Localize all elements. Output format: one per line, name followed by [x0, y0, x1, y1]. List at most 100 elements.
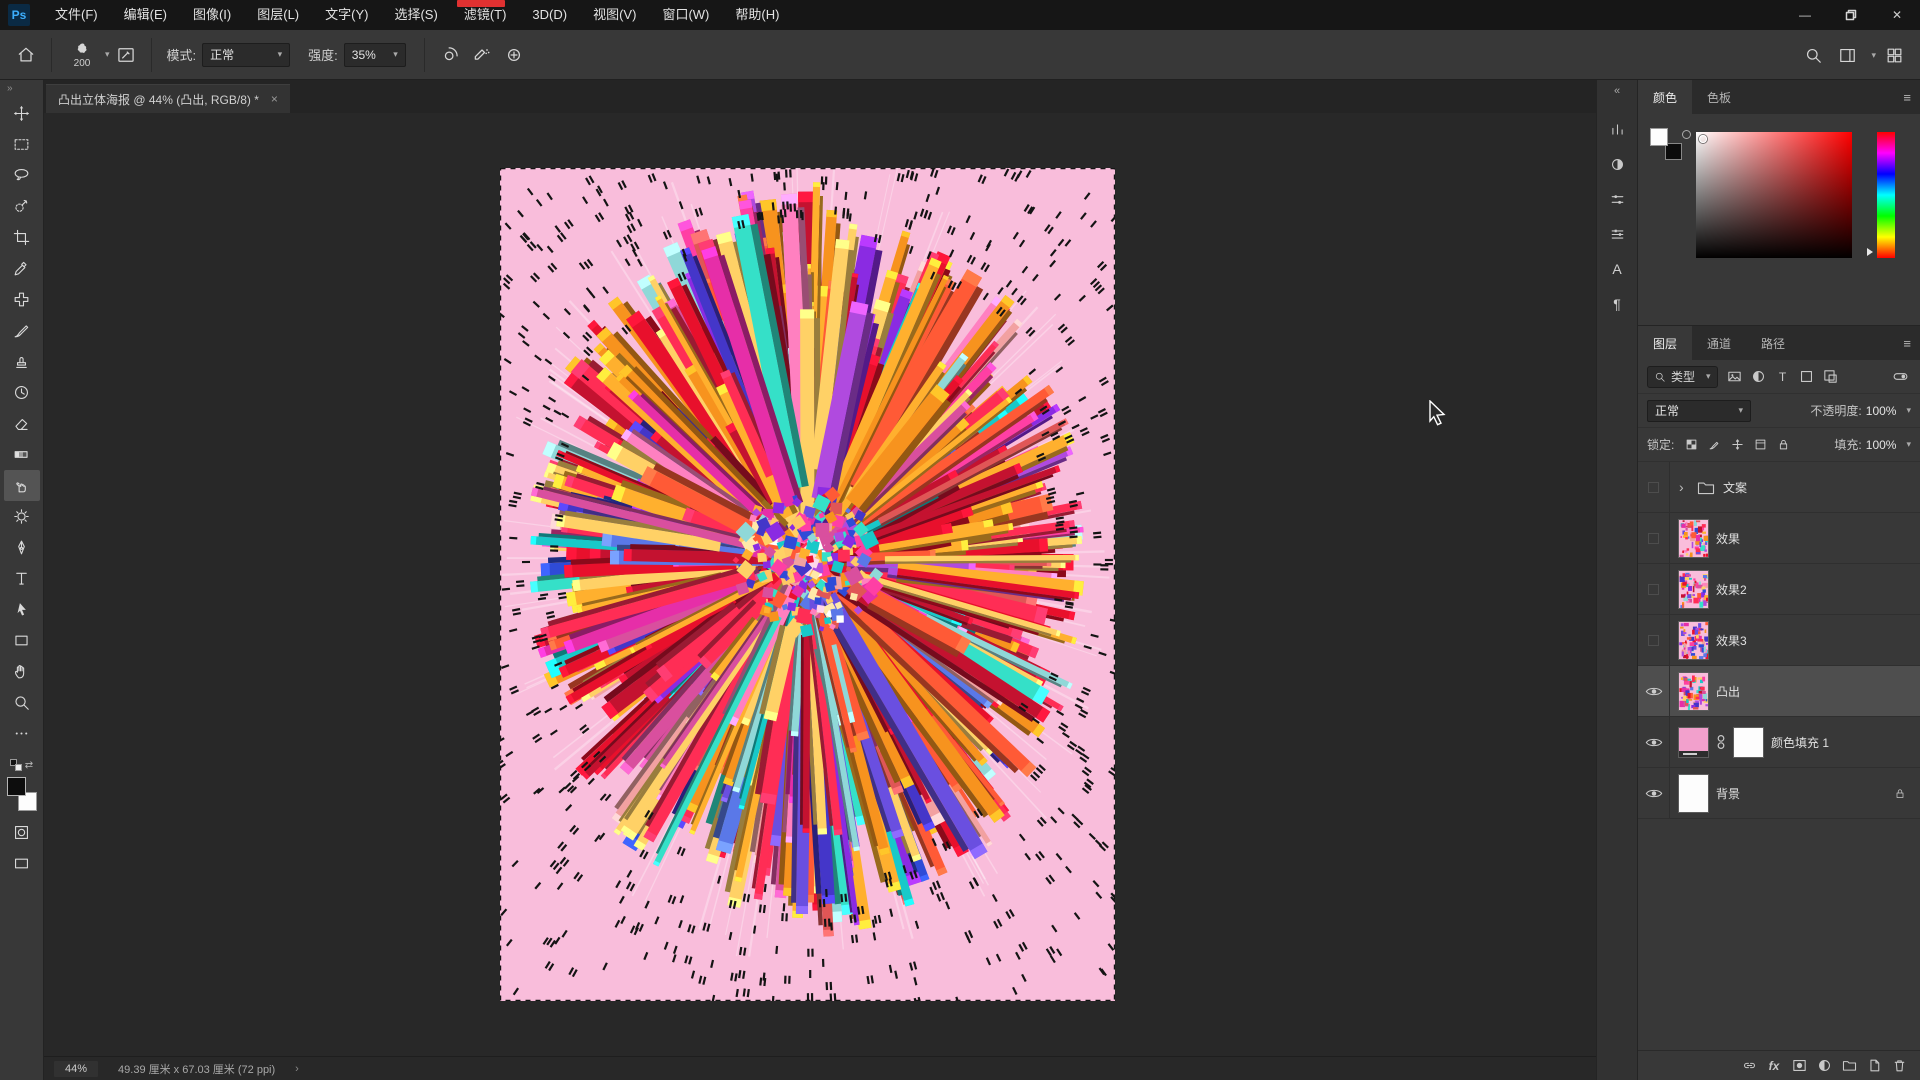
saturation-brightness-field[interactable] — [1696, 132, 1852, 258]
panel-menu-icon[interactable]: ≡ — [1903, 326, 1911, 360]
no-color-icon[interactable] — [1682, 130, 1691, 139]
layer-thumbnail[interactable] — [1679, 775, 1708, 812]
pathselect-tool[interactable] — [4, 594, 40, 625]
menu-item-2[interactable]: 编辑(E) — [111, 0, 180, 30]
hand-tool[interactable] — [4, 656, 40, 687]
search-button[interactable] — [1797, 38, 1829, 72]
layer-thumbnail[interactable] — [1679, 571, 1708, 608]
clone-source-panel-button[interactable] — [1602, 219, 1632, 249]
quickselect-tool[interactable] — [4, 191, 40, 222]
layer-row-效果3[interactable]: 效果3 — [1638, 615, 1920, 666]
layer-name[interactable]: 效果2 — [1716, 581, 1747, 598]
shape-tool[interactable] — [4, 625, 40, 656]
ellipsis-tool[interactable] — [4, 718, 40, 749]
document-canvas[interactable] — [500, 168, 1115, 1001]
smudge-tool[interactable] — [4, 470, 40, 501]
layer-thumbnail[interactable] — [1679, 673, 1708, 710]
adjustments-panel-button[interactable] — [1602, 114, 1632, 144]
menu-item-9[interactable]: 视图(V) — [580, 0, 649, 30]
new-adjustment-layer-button[interactable] — [1813, 1055, 1835, 1077]
color-panel-tab-颜色[interactable]: 颜色 — [1638, 80, 1692, 114]
visibility-toggle[interactable] — [1638, 717, 1670, 767]
panel-color-chips[interactable] — [1650, 128, 1684, 162]
lock-artboard-button[interactable] — [1749, 434, 1771, 456]
layer-filter-type-select[interactable]: 类型 ▾ — [1647, 366, 1718, 388]
menu-item-4[interactable]: 图层(L) — [244, 0, 312, 30]
airbrush-button[interactable] — [466, 38, 498, 72]
visibility-toggle[interactable] — [1638, 768, 1670, 818]
marquee-tool[interactable] — [4, 129, 40, 160]
lock-pixels-button[interactable] — [1703, 434, 1725, 456]
brush-preset-picker[interactable]: 200 — [65, 41, 99, 69]
layers-panel-tab-路径[interactable]: 路径 — [1746, 326, 1800, 360]
fill-value[interactable]: 100% — [1866, 438, 1897, 452]
paragraph-panel-button[interactable]: ¶ — [1602, 289, 1632, 319]
layer-name[interactable]: 效果 — [1716, 530, 1740, 547]
layers-panel-tab-图层[interactable]: 图层 — [1638, 326, 1692, 360]
new-layer-button[interactable] — [1863, 1055, 1885, 1077]
crop-tool[interactable] — [4, 222, 40, 253]
heal-tool[interactable] — [4, 284, 40, 315]
move-tool[interactable] — [4, 98, 40, 129]
tablet-pressure-opacity-button[interactable] — [434, 38, 466, 72]
filter-image-button[interactable] — [1724, 366, 1746, 388]
mode-select[interactable]: 正常▾ — [202, 43, 290, 67]
hue-slider[interactable] — [1877, 132, 1895, 258]
filter-shape-button[interactable] — [1796, 366, 1818, 388]
layer-row-凸出[interactable]: 凸出 — [1638, 666, 1920, 717]
foreground-background-colors[interactable] — [6, 777, 38, 811]
close-button[interactable]: ✕ — [1874, 0, 1920, 30]
layer-mask-thumbnail[interactable] — [1734, 728, 1763, 757]
strength-select[interactable]: 35%▾ — [344, 43, 406, 67]
document-tab[interactable]: 凸出立体海报 @ 44% (凸出, RGB/8) * × — [46, 84, 290, 113]
visibility-toggle[interactable] — [1638, 462, 1670, 512]
layer-styles-button[interactable]: fx — [1763, 1055, 1785, 1077]
status-options-chevron[interactable]: › — [295, 1063, 299, 1075]
type-tool[interactable] — [4, 563, 40, 594]
menu-item-6[interactable]: 选择(S) — [381, 0, 450, 30]
lock-position-button[interactable] — [1726, 434, 1748, 456]
link-layers-button[interactable] — [1738, 1055, 1760, 1077]
pen-tool[interactable] — [4, 532, 40, 563]
color-panel-tab-色板[interactable]: 色板 — [1692, 80, 1746, 114]
filter-type-button[interactable]: T — [1772, 366, 1794, 388]
arrange-documents-button[interactable] — [1878, 38, 1910, 72]
gradient-tool[interactable] — [4, 439, 40, 470]
lasso-tool[interactable] — [4, 160, 40, 191]
layers-panel-tab-通道[interactable]: 通道 — [1692, 326, 1746, 360]
layer-row-背景[interactable]: 背景 — [1638, 768, 1920, 819]
delete-layer-button[interactable] — [1888, 1055, 1910, 1077]
menu-item-8[interactable]: 3D(D) — [519, 0, 580, 30]
layer-row-颜色填充 1[interactable]: 颜色填充 1 — [1638, 717, 1920, 768]
chevron-down-icon[interactable]: ▾ — [1906, 405, 1911, 416]
filter-adjustment-button[interactable] — [1748, 366, 1770, 388]
zoom-level-field[interactable]: 44% — [54, 1061, 98, 1077]
restore-button[interactable] — [1828, 0, 1874, 30]
default-swap-colors[interactable]: ⇄ — [10, 757, 33, 773]
menu-item-10[interactable]: 窗口(W) — [649, 0, 722, 30]
layer-row-效果[interactable]: 效果 — [1638, 513, 1920, 564]
visibility-toggle[interactable] — [1638, 564, 1670, 614]
new-group-button[interactable] — [1838, 1055, 1860, 1077]
layer-thumbnail[interactable] — [1679, 520, 1708, 557]
workspace-button[interactable] — [1831, 38, 1863, 72]
visibility-toggle[interactable] — [1638, 666, 1670, 716]
layer-name[interactable]: 凸出 — [1716, 683, 1740, 700]
menu-item-11[interactable]: 帮助(H) — [722, 0, 792, 30]
zoom-tool[interactable] — [4, 687, 40, 718]
tablet-pressure-size-button[interactable] — [498, 38, 530, 72]
eraser-tool[interactable] — [4, 408, 40, 439]
character-panel-button[interactable]: A — [1602, 254, 1632, 284]
visibility-toggle[interactable] — [1638, 615, 1670, 665]
close-tab-button[interactable]: × — [271, 92, 278, 106]
opacity-value[interactable]: 100% — [1866, 404, 1897, 418]
lock-transparent-button[interactable] — [1680, 434, 1702, 456]
expand-arrow-icon[interactable]: › — [1679, 479, 1689, 495]
screen-mode-button[interactable] — [4, 848, 40, 879]
layer-row-文案[interactable]: ›文案 — [1638, 462, 1920, 513]
menu-item-1[interactable]: 文件(F) — [42, 0, 111, 30]
libraries-panel-button[interactable] — [1602, 149, 1632, 179]
properties-panel-button[interactable] — [1602, 184, 1632, 214]
menu-item-7[interactable]: 滤镜(T) — [451, 0, 520, 30]
canvas-viewport[interactable] — [44, 113, 1596, 1056]
